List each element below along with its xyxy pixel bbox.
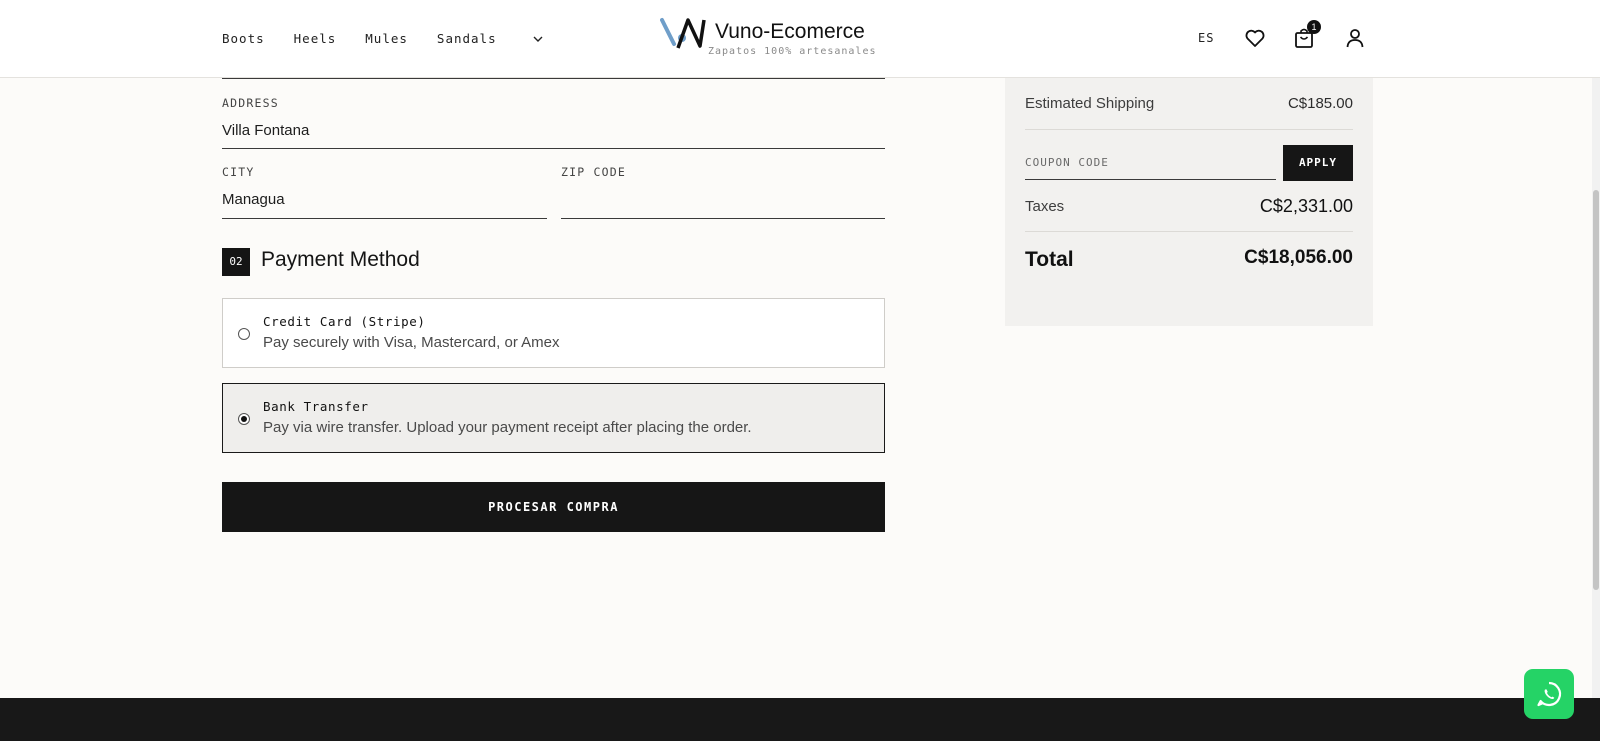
taxes-label: Taxes xyxy=(1025,198,1065,215)
user-icon[interactable] xyxy=(1343,26,1367,50)
nav-item-heels[interactable]: Heels xyxy=(294,31,337,46)
city-label: CITY xyxy=(222,165,255,179)
coupon-code-input[interactable] xyxy=(1025,146,1276,180)
city-underline xyxy=(222,218,547,219)
payment-method-title: Payment Method xyxy=(261,248,420,271)
process-purchase-button[interactable]: PROCESAR COMPRA xyxy=(222,482,885,532)
payment-option-credit-card[interactable]: Credit Card (Stripe) Pay securely with V… xyxy=(222,298,885,368)
address-field[interactable]: Villa Fontana xyxy=(222,122,309,139)
shipping-label: Estimated Shipping xyxy=(1025,95,1155,112)
payment-option-bank-transfer[interactable]: Bank Transfer Pay via wire transfer. Upl… xyxy=(222,383,885,453)
payment-option-description: Pay via wire transfer. Upload your payme… xyxy=(263,419,752,436)
taxes-value: C$2,331.00 xyxy=(1259,196,1353,216)
cart-count-badge: 1 xyxy=(1307,20,1321,34)
city-field[interactable]: Managua xyxy=(222,191,285,208)
apply-coupon-button[interactable]: APPLY xyxy=(1283,145,1353,181)
page-scrollbar[interactable] xyxy=(1592,0,1600,741)
order-summary-panel: Estimated Shipping C$185.00 APPLY Taxes … xyxy=(1005,78,1373,326)
total-value: C$18,056.00 xyxy=(1244,247,1353,268)
nav-item-mules[interactable]: Mules xyxy=(365,31,408,46)
nav-item-boots[interactable]: Boots xyxy=(222,31,265,46)
address-underline xyxy=(222,148,885,149)
chevron-down-icon[interactable] xyxy=(532,33,544,45)
whatsapp-icon xyxy=(1537,681,1562,707)
payment-option-title: Bank Transfer xyxy=(263,399,369,414)
step-number-badge: 02 xyxy=(222,248,250,276)
brand-tagline: Zapatos 100% artesanales xyxy=(708,46,877,57)
nav-item-sandals[interactable]: Sandals xyxy=(437,31,497,46)
logo-mark-icon xyxy=(660,18,706,49)
address-label: ADDRESS xyxy=(222,96,279,110)
summary-divider xyxy=(1025,231,1353,232)
language-switcher[interactable]: ES xyxy=(1198,31,1214,45)
shipping-value: C$185.00 xyxy=(1287,95,1353,112)
payment-option-title: Credit Card (Stripe) xyxy=(263,314,426,329)
site-header: Boots Heels Mules Sandals Vuno-Ecomerce … xyxy=(0,0,1600,78)
total-label: Total xyxy=(1025,248,1074,271)
summary-divider xyxy=(1025,129,1353,130)
zip-code-label: ZIP CODE xyxy=(561,165,626,179)
field-divider xyxy=(222,78,885,79)
payment-option-description: Pay securely with Visa, Mastercard, or A… xyxy=(263,334,560,351)
zip-code-field[interactable] xyxy=(561,191,885,213)
radio-button[interactable] xyxy=(238,328,250,340)
whatsapp-chat-button[interactable] xyxy=(1524,669,1574,719)
radio-button-selected[interactable] xyxy=(238,413,250,425)
main-nav: Boots Heels Mules Sandals xyxy=(222,31,544,46)
brand-name: Vuno-Ecomerce xyxy=(715,20,865,43)
brand-logo[interactable]: Vuno-Ecomerce Zapatos 100% artesanales xyxy=(660,16,880,62)
heart-icon[interactable] xyxy=(1243,26,1267,50)
scrollbar-thumb[interactable] xyxy=(1593,190,1599,590)
zip-code-underline xyxy=(561,218,885,219)
site-footer xyxy=(0,698,1600,741)
